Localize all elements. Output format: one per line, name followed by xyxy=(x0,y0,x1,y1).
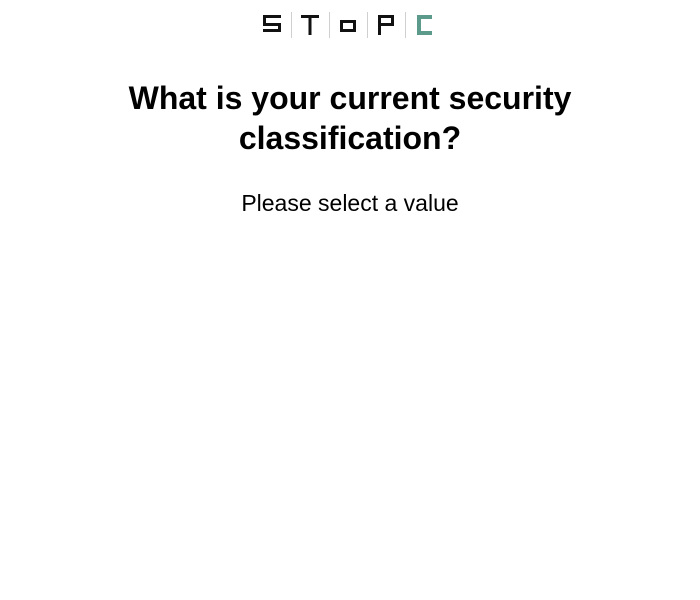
selection-prompt: Please select a value xyxy=(241,190,459,216)
logo-p-glyph xyxy=(378,15,394,35)
logo-o-glyph xyxy=(340,20,356,32)
question-page: What is your current security classifica… xyxy=(0,0,700,600)
logo-c-glyph xyxy=(417,15,432,35)
stopc-logo xyxy=(253,11,443,39)
logo-letter-o xyxy=(329,11,367,39)
question-title: What is your current security classifica… xyxy=(128,80,572,156)
logo-t-glyph xyxy=(301,15,319,35)
logo-letter-t xyxy=(291,11,329,39)
logo-letter-c xyxy=(405,11,443,39)
logo-s-glyph xyxy=(263,15,281,32)
logo-letter-p xyxy=(367,11,405,39)
logo-letter-s xyxy=(253,11,291,39)
